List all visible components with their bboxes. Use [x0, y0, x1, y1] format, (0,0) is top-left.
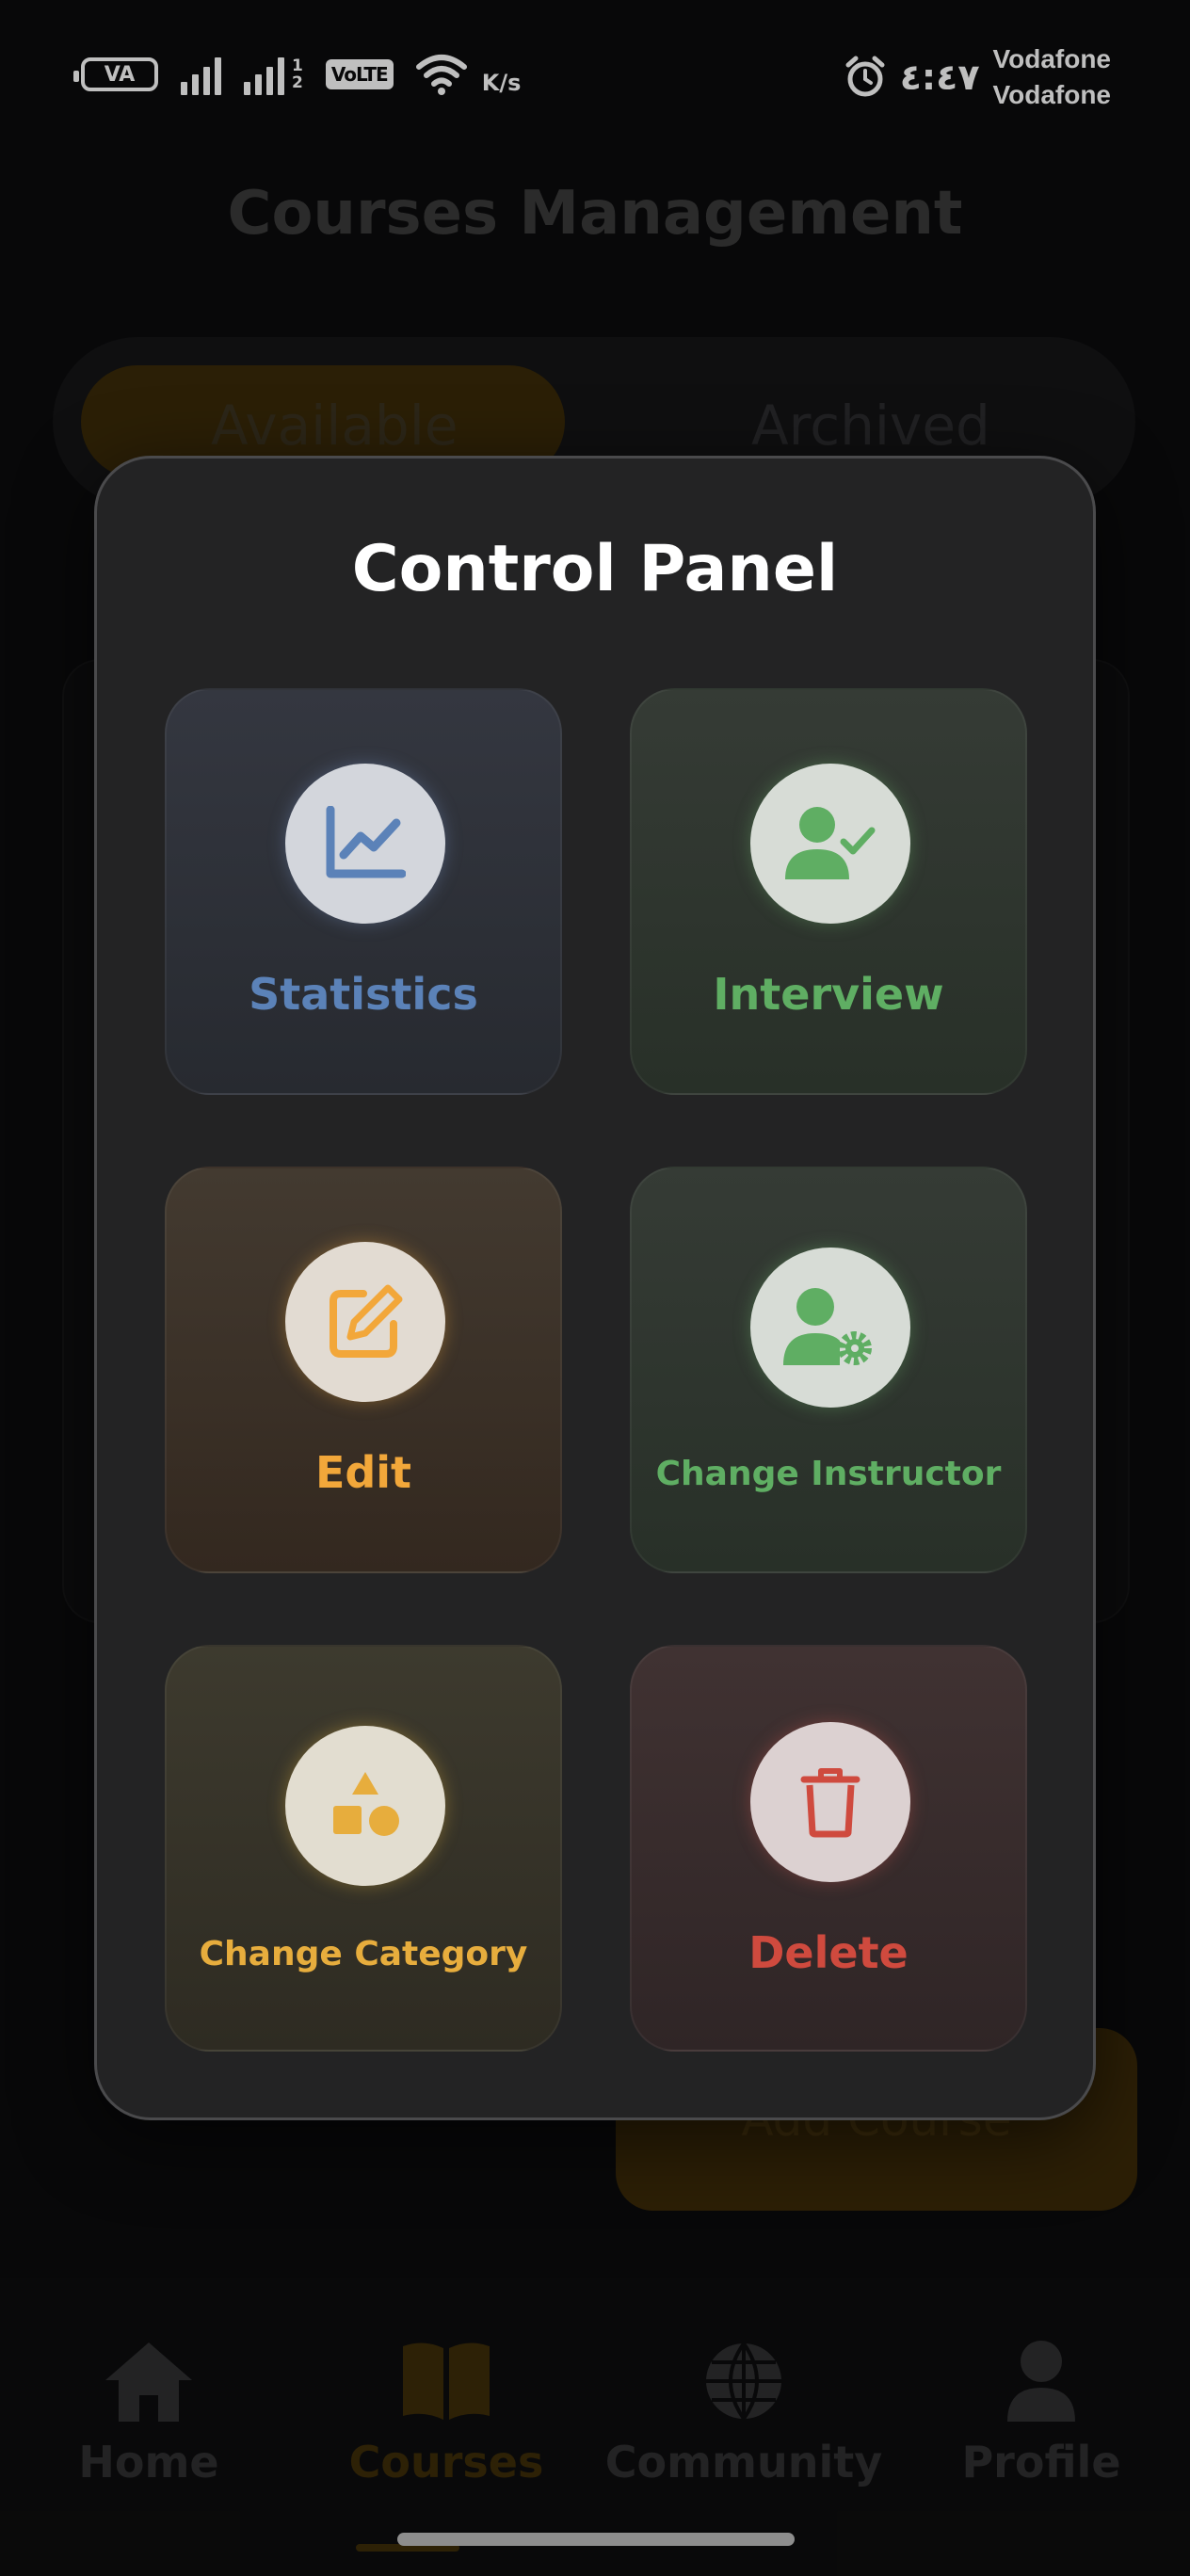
change-category-icon-circle	[285, 1726, 445, 1886]
control-panel-dialog: Control Panel Statistics Interview Edit …	[94, 456, 1096, 2120]
statistics-label: Statistics	[249, 969, 478, 1020]
delete-label: Delete	[748, 1927, 909, 1978]
statistics-icon-circle	[285, 764, 445, 924]
delete-icon-circle	[750, 1722, 910, 1882]
interview-label: Interview	[713, 969, 944, 1020]
edit-button[interactable]: Edit	[165, 1167, 562, 1573]
dialog-title: Control Panel	[351, 532, 839, 606]
trash-icon	[800, 1768, 860, 1838]
delete-button[interactable]: Delete	[630, 1645, 1027, 2052]
edit-icon-circle	[285, 1242, 445, 1402]
user-check-icon	[785, 807, 876, 879]
change-instructor-button[interactable]: Change Instructor	[630, 1167, 1027, 1573]
edit-icon	[330, 1284, 403, 1358]
change-instructor-icon-circle	[750, 1248, 910, 1408]
change-instructor-label: Change Instructor	[655, 1455, 1002, 1493]
shapes-icon	[333, 1772, 399, 1836]
interview-button[interactable]: Interview	[630, 688, 1027, 1095]
change-category-label: Change Category	[199, 1935, 528, 1973]
user-gear-icon	[783, 1288, 872, 1365]
edit-label: Edit	[314, 1447, 412, 1498]
change-category-button[interactable]: Change Category	[165, 1645, 562, 2052]
statistics-button[interactable]: Statistics	[165, 688, 562, 1095]
interview-icon-circle	[750, 764, 910, 924]
chart-line-icon	[326, 806, 406, 878]
